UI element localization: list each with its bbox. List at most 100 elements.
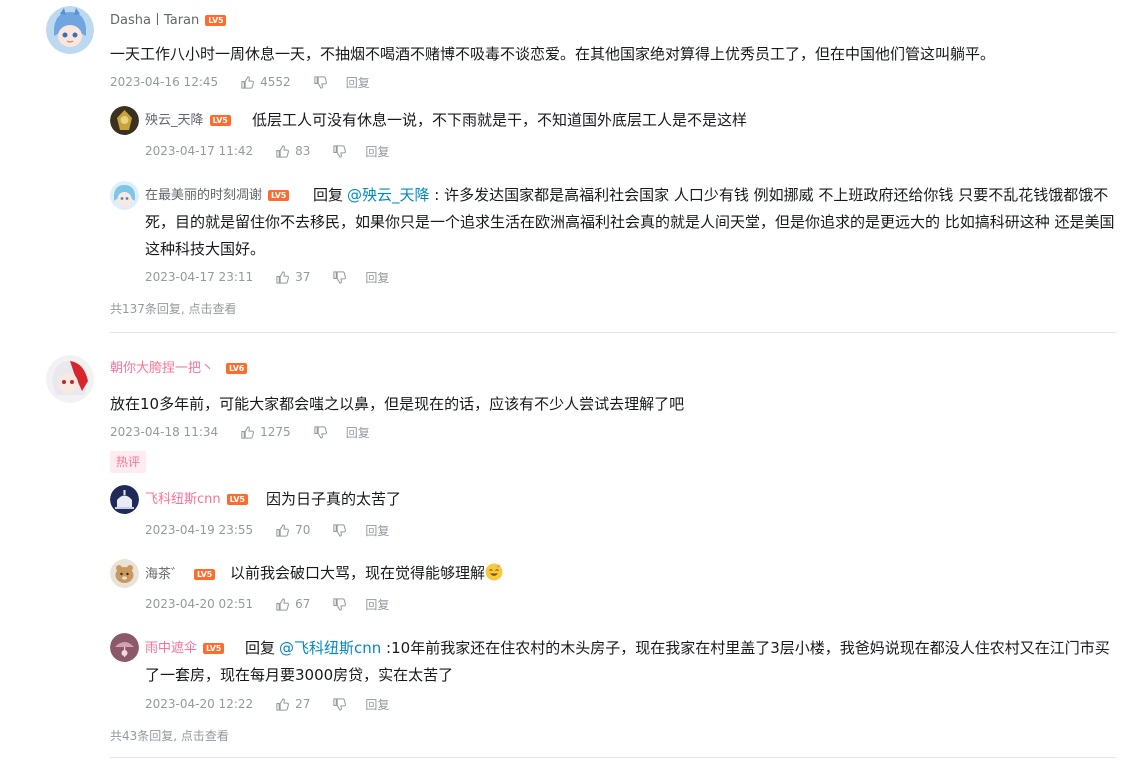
avatar-image <box>46 6 94 54</box>
like-count: 67 <box>295 597 311 611</box>
dislike-button[interactable] <box>332 523 347 538</box>
reply-text: 以前我会破口大骂，现在觉得能够理解 <box>230 560 503 587</box>
thumbs-down-icon <box>314 75 327 89</box>
timestamp: 2023-04-17 11:42 <box>145 144 254 158</box>
avatar-image <box>110 633 139 662</box>
comment-meta: 2023-04-19 23:55 70 回复 <box>145 522 389 538</box>
username-label[interactable]: 飞科纽斯cnn <box>145 492 221 507</box>
like-button[interactable]: 27 <box>275 697 310 712</box>
username-label[interactable]: 殃云_天降 <box>145 113 204 128</box>
avatar[interactable] <box>110 485 139 514</box>
username[interactable]: 海茶゛ LV5 <box>145 566 216 584</box>
reply-button[interactable]: 回复 <box>365 596 389 613</box>
timestamp: 2023-04-16 12:45 <box>110 75 219 89</box>
like-button[interactable]: 67 <box>275 597 310 612</box>
reply-button[interactable]: 回复 <box>346 424 370 441</box>
mention-link[interactable]: @殃云_天降 <box>347 186 430 204</box>
username-label[interactable]: 海茶゛ <box>145 567 184 582</box>
timestamp: 2023-04-20 12:22 <box>145 697 254 711</box>
dislike-button[interactable] <box>332 597 347 612</box>
thumbs-down-icon <box>333 523 347 537</box>
reply-text: 因为日子真的太苦了 <box>266 490 402 508</box>
avatar-image <box>110 485 139 514</box>
avatar-image <box>110 106 139 135</box>
reply-button[interactable]: 回复 <box>365 143 389 160</box>
thumbs-up-icon <box>276 144 290 158</box>
timestamp: 2023-04-20 02:51 <box>145 597 254 611</box>
like-button[interactable]: 4552 <box>240 75 291 90</box>
thumbs-up-icon <box>276 697 290 711</box>
reply-button[interactable]: 回复 <box>346 74 370 91</box>
comment-meta: 2023-04-20 12:22 27 回复 <box>145 696 389 712</box>
comment-text: 一天工作八小时一周休息一天，不抽烟不喝酒不赌博不吸毒不谈恋爱。在其他国家绝对算得… <box>110 45 996 63</box>
username-label[interactable]: Dasha丨Taran <box>110 13 199 28</box>
reply-label: 回复 <box>245 639 276 657</box>
comment-text: 放在10多年前，可能大家都会嗤之以鼻，但是现在的话，应该有不少人尝试去理解了吧 <box>110 395 685 413</box>
timestamp: 2023-04-19 23:55 <box>145 523 254 537</box>
thumbs-up-icon <box>241 75 255 89</box>
dislike-button[interactable] <box>332 270 347 285</box>
username[interactable]: 朝你大胯捏一把丶 LV6 <box>110 360 248 378</box>
timestamp: 2023-04-17 23:11 <box>145 270 254 284</box>
thumbs-down-icon <box>333 144 347 158</box>
thumbs-up-icon <box>276 597 290 611</box>
divider <box>110 332 1116 333</box>
like-button[interactable]: 83 <box>275 144 310 159</box>
username[interactable]: 飞科纽斯cnn LV5 <box>145 491 248 509</box>
avatar-image <box>46 355 94 403</box>
username-label[interactable]: 朝你大胯捏一把丶 <box>110 361 214 376</box>
avatar-image <box>110 181 139 210</box>
like-count: 83 <box>295 144 311 158</box>
avatar-image <box>110 559 139 588</box>
avatar[interactable] <box>46 6 94 54</box>
reply-text: 低层工人可没有休息一说，不下雨就是干，不知道国外底层工人是不是这样 <box>252 111 748 129</box>
like-count: 27 <box>295 697 311 711</box>
like-count: 70 <box>295 523 311 537</box>
dislike-button[interactable] <box>332 697 347 712</box>
comment-meta: 2023-04-16 12:45 4552 回复 <box>110 74 370 90</box>
reply-body: : 许多发达国家都是高福利社会国家 人口少有钱 例如挪威 不上班政府还给你钱 只… <box>145 186 1115 258</box>
reply-text: 回复 @飞科纽斯cnn :10年前我家还在住农村的木头房子，现在我家在村里盖了3层… <box>145 635 1120 689</box>
level-badge: LV5 <box>194 569 216 580</box>
reply-label: 回复 <box>313 186 344 204</box>
level-badge: LV5 <box>209 115 231 126</box>
like-button[interactable]: 1275 <box>240 425 291 440</box>
mention-link[interactable]: @飞科纽斯cnn <box>279 639 381 657</box>
reply-button[interactable]: 回复 <box>365 522 389 539</box>
view-more-replies[interactable]: 共43条回复, 点击查看 <box>110 727 229 744</box>
level-badge: LV6 <box>226 363 248 374</box>
comment-meta: 2023-04-18 11:34 1275 回复 <box>110 424 370 440</box>
thumbs-down-icon <box>333 597 347 611</box>
thumbs-up-icon <box>276 523 290 537</box>
username[interactable]: 殃云_天降 LV5 <box>145 112 231 130</box>
dislike-button[interactable] <box>313 75 328 90</box>
avatar[interactable] <box>110 106 139 135</box>
thumbs-down-icon <box>333 697 347 711</box>
dislike-button[interactable] <box>313 425 328 440</box>
comment-meta: 2023-04-17 23:11 37 回复 <box>145 269 389 285</box>
comment-meta: 2023-04-20 02:51 67 回复 <box>145 596 389 612</box>
thumbs-down-icon <box>314 425 327 439</box>
like-count: 4552 <box>260 75 291 89</box>
hot-comment-tag: 热评 <box>110 451 147 473</box>
avatar[interactable] <box>46 355 94 403</box>
reply-button[interactable]: 回复 <box>365 269 389 286</box>
divider <box>110 757 1116 758</box>
avatar[interactable] <box>110 559 139 588</box>
like-count: 37 <box>295 270 311 284</box>
comment-meta: 2023-04-17 11:42 83 回复 <box>145 143 389 159</box>
dislike-button[interactable] <box>332 144 347 159</box>
thumbs-down-icon <box>333 270 347 284</box>
like-count: 1275 <box>260 425 291 439</box>
thumbs-up-icon <box>276 270 290 284</box>
view-more-replies[interactable]: 共137条回复, 点击查看 <box>110 300 237 317</box>
username[interactable]: Dasha丨Taran LV5 <box>110 12 227 30</box>
reply-body: 以前我会破口大骂，现在觉得能够理解 <box>230 564 486 582</box>
reply-text: 回复 @殃云_天降 : 许多发达国家都是高福利社会国家 人口少有钱 例如挪威 不上… <box>145 182 1120 263</box>
avatar[interactable] <box>110 633 139 662</box>
like-button[interactable]: 70 <box>275 523 310 538</box>
reply-button[interactable]: 回复 <box>365 696 389 713</box>
like-button[interactable]: 37 <box>275 270 310 285</box>
thumbs-up-icon <box>241 425 255 439</box>
avatar[interactable] <box>110 181 139 210</box>
